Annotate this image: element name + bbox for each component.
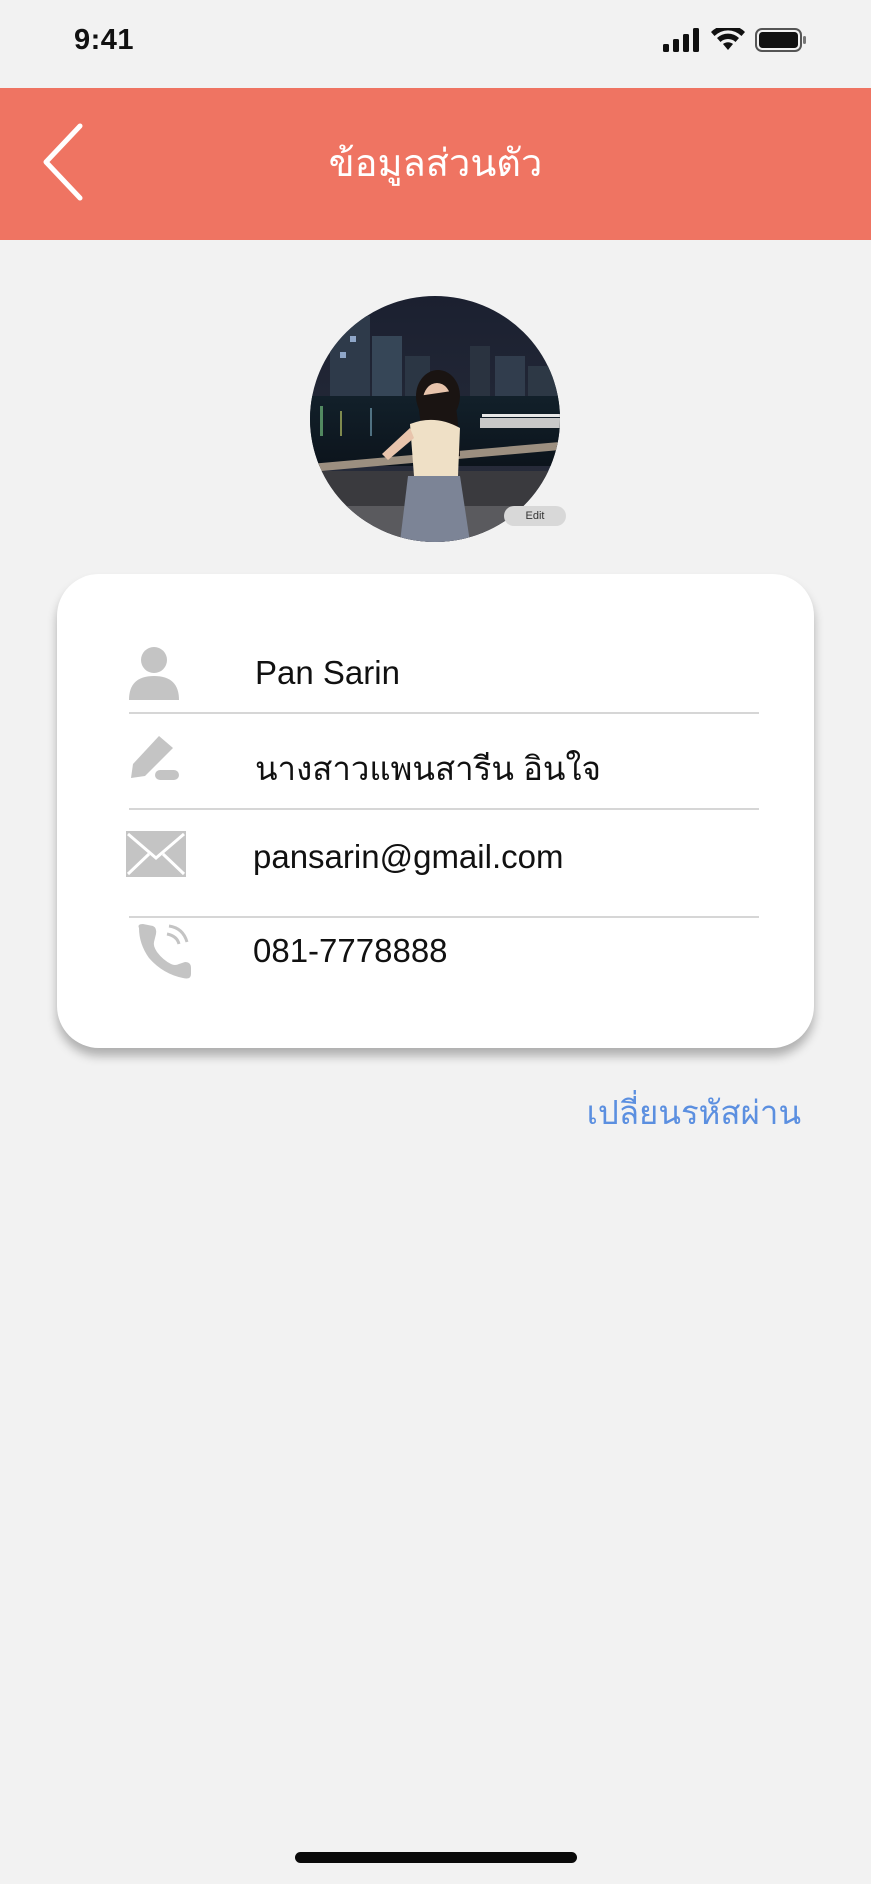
- status-time: 9:41: [74, 24, 135, 56]
- profile-info-card: Pan Sarin นางสาวแพนสารีน อินใจ pansarin@…: [57, 574, 814, 1048]
- status-icons: [663, 24, 807, 57]
- battery-icon: [755, 28, 807, 57]
- divider: [129, 916, 759, 918]
- phone-icon: [135, 922, 193, 980]
- edit-photo-button[interactable]: Edit: [504, 506, 566, 526]
- full-name: นางสาวแพนสารีน อินใจ: [255, 750, 601, 787]
- home-indicator[interactable]: [295, 1852, 577, 1863]
- status-bar: 9:41: [0, 0, 871, 88]
- divider: [129, 712, 759, 714]
- change-password-link[interactable]: เปลี่ยนรหัสผ่าน: [587, 1086, 801, 1139]
- signal-icon: [663, 28, 701, 57]
- profile-screen: 9:41 ข้อมูลส่วนตัว Edit Pan Sarin นางสาว…: [0, 0, 871, 1884]
- wifi-icon: [711, 24, 745, 57]
- person-icon: [127, 646, 181, 700]
- phone-number: 081-7778888: [253, 932, 448, 969]
- pencil-icon: [129, 734, 181, 782]
- divider: [129, 808, 759, 810]
- display-name: Pan Sarin: [255, 654, 400, 691]
- envelope-icon: [125, 830, 187, 878]
- page-title: ข้อมูลส่วนตัว: [328, 143, 543, 185]
- avatar-container: Edit: [310, 296, 566, 542]
- app-header: ข้อมูลส่วนตัว: [0, 88, 871, 240]
- email: pansarin@gmail.com: [253, 838, 564, 875]
